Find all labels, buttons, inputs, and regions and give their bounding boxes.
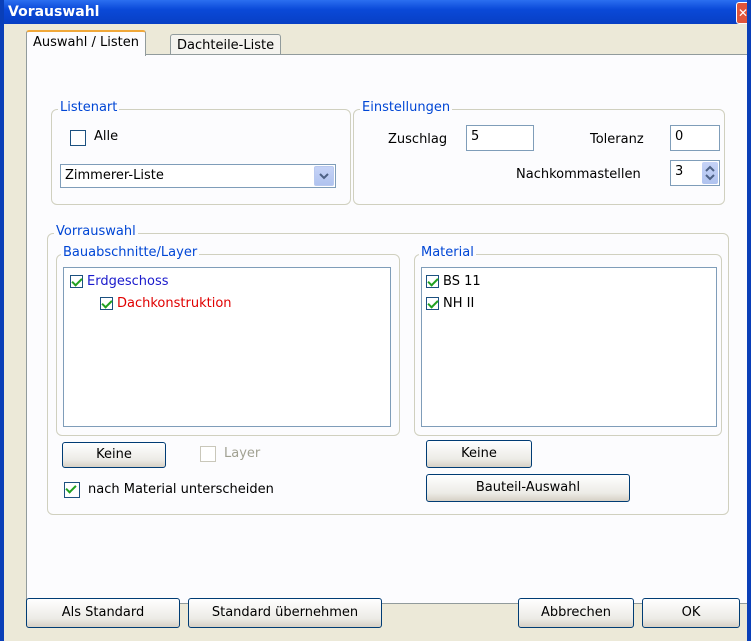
list-item-label: NH II — [443, 296, 475, 311]
tree-item-label: Dachkonstruktion — [117, 296, 232, 311]
close-button[interactable]: ✕ — [736, 2, 749, 24]
tab-label: Auswahl / Listen — [33, 35, 139, 50]
nach-material-label: nach Material unterscheiden — [88, 482, 274, 497]
keine-layer-button[interactable]: Keine — [62, 442, 166, 468]
button-label: Bauteil-Auswahl — [475, 480, 581, 495]
material-legend: Material — [419, 245, 476, 260]
close-icon: ✕ — [737, 6, 749, 20]
chevron-down-icon[interactable] — [314, 166, 334, 186]
zuschlag-value: 5 — [471, 129, 480, 144]
zuschlag-label: Zuschlag — [388, 132, 448, 147]
bauteil-auswahl-button[interactable]: Bauteil-Auswahl — [426, 474, 630, 502]
bauabschnitte-legend: Bauabschnitte/Layer — [61, 245, 200, 260]
tree-item-erdgeschoss[interactable]: Erdgeschoss — [70, 274, 169, 289]
tree-item-dachkonstruktion[interactable]: Dachkonstruktion — [100, 296, 232, 311]
layer-checkbox[interactable] — [200, 446, 216, 462]
toleranz-value: 0 — [675, 129, 684, 144]
einstellungen-legend: Einstellungen — [360, 100, 453, 115]
nhii-checkbox[interactable] — [426, 297, 439, 310]
button-label: Als Standard — [61, 605, 145, 620]
material-item-bs11[interactable]: BS 11 — [426, 274, 481, 289]
button-label: Keine — [96, 447, 132, 462]
tab-auswahl-listen[interactable]: Auswahl / Listen — [26, 30, 146, 56]
ok-button[interactable]: OK — [642, 598, 740, 628]
material-group: Material BS 11 NH II — [414, 245, 722, 436]
dialog-window: Vorauswahl ✕ Auswahl / Listen Dachteile-… — [0, 0, 751, 641]
bs11-checkbox[interactable] — [426, 275, 439, 288]
bauabschnitte-group: Bauabschnitte/Layer Erdgeschoss Dachkons… — [56, 245, 400, 436]
tab-dachteile-liste[interactable]: Dachteile-Liste — [170, 34, 282, 56]
alle-label: Alle — [94, 129, 119, 144]
spinner-icon[interactable] — [702, 162, 718, 184]
nach-material-checkbox[interactable] — [64, 482, 80, 498]
listenart-dropdown[interactable]: Zimmerer-Liste — [60, 164, 336, 188]
listenart-group: Listenart Alle Zimmerer-Liste — [51, 100, 351, 205]
einstellungen-group: Einstellungen Zuschlag 5 Toleranz 0 Nach… — [353, 100, 725, 205]
abbrechen-button[interactable]: Abbrechen — [518, 598, 634, 628]
button-label: Standard übernehmen — [211, 605, 359, 620]
keine-material-button[interactable]: Keine — [426, 440, 532, 468]
button-label: OK — [681, 605, 701, 620]
bauabschnitte-tree[interactable]: Erdgeschoss Dachkonstruktion — [63, 267, 391, 427]
erdgeschoss-checkbox[interactable] — [70, 275, 83, 288]
tab-label: Dachteile-Liste — [177, 38, 275, 53]
nachkommastellen-label: Nachkommastellen — [516, 167, 641, 182]
dropdown-value: Zimmerer-Liste — [65, 168, 164, 183]
vorrauswahl-group: Vorrauswahl Bauabschnitte/Layer Erdgesch… — [47, 224, 729, 515]
vorrauswahl-legend: Vorrauswahl — [54, 224, 138, 239]
window-title: Vorauswahl — [8, 4, 100, 20]
tree-item-label: Erdgeschoss — [87, 274, 169, 289]
layer-label: Layer — [224, 446, 261, 461]
nachkommastellen-value: 3 — [675, 164, 684, 179]
toleranz-input[interactable]: 0 — [670, 125, 720, 151]
list-item-label: BS 11 — [443, 274, 481, 289]
material-list[interactable]: BS 11 NH II — [421, 267, 717, 427]
standard-uebernehmen-button[interactable]: Standard übernehmen — [188, 598, 382, 628]
title-bar[interactable]: Vorauswahl ✕ — [4, 0, 749, 24]
als-standard-button[interactable]: Als Standard — [26, 598, 180, 628]
toleranz-label: Toleranz — [590, 132, 644, 147]
dachkonstruktion-checkbox[interactable] — [100, 297, 113, 310]
alle-checkbox[interactable] — [70, 130, 86, 146]
material-item-nhii[interactable]: NH II — [426, 296, 474, 311]
button-label: Abbrechen — [540, 605, 612, 620]
tab-panel: Listenart Alle Zimmerer-Liste Einstellun… — [26, 54, 747, 604]
listenart-legend: Listenart — [58, 100, 120, 115]
nachkommastellen-stepper[interactable]: 3 — [670, 160, 720, 186]
button-label: Keine — [461, 446, 497, 461]
zuschlag-input[interactable]: 5 — [466, 125, 534, 151]
